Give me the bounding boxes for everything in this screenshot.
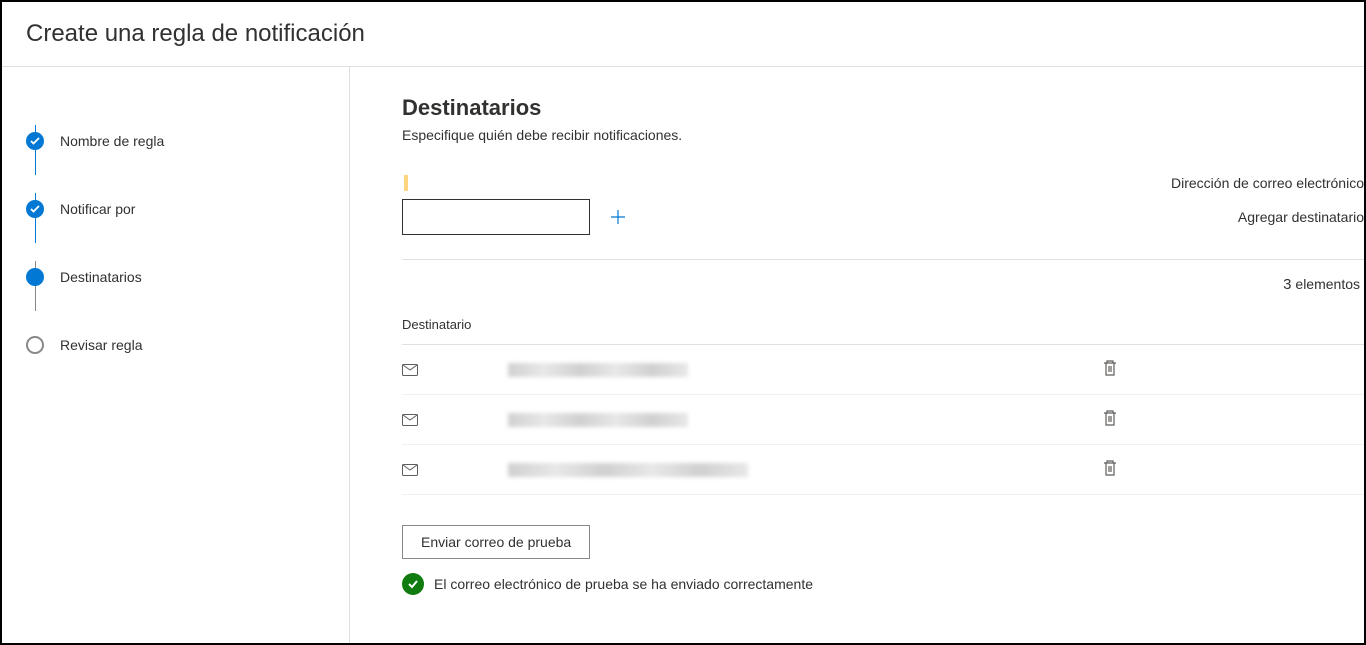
email-field-label: Dirección de correo electrónico [1171,175,1364,191]
table-header-recipient: Destinatario [402,317,1364,345]
section-heading: Destinatarios [402,95,1364,121]
recipient-email-redacted [508,363,1096,377]
recipient-row [402,445,1364,495]
trash-icon [1102,359,1118,377]
recipient-row [402,345,1364,395]
page-title: Create una regla de notificación [26,20,1340,48]
main-content: Destinatarios Especifique quién debe rec… [350,67,1364,643]
success-text: El correo electrónico de prueba se ha en… [434,576,813,592]
mail-icon [402,464,418,476]
step-revisar-regla[interactable]: Revisar regla [26,311,329,379]
success-message-row: El correo electrónico de prueba se ha en… [402,573,1364,595]
divider [402,259,1364,260]
item-count: 3 elementos [402,276,1364,293]
delete-recipient-button[interactable] [1096,403,1124,436]
step-label: Revisar regla [60,337,142,353]
add-recipient-button[interactable] [602,201,634,233]
count-number: 3 [1283,276,1291,293]
pending-step-icon [26,336,44,354]
wizard-sidebar: Nombre de regla Notificar por Destinatar… [2,67,350,643]
add-recipient-row: Agregar destinatario [402,199,1364,235]
active-step-icon [26,268,44,286]
mail-icon [402,414,418,426]
required-marker [404,175,408,191]
step-notificar-por[interactable]: Notificar por [26,175,329,243]
step-label: Destinatarios [60,269,142,285]
step-destinatarios[interactable]: Destinatarios [26,243,329,311]
success-check-icon [402,573,424,595]
mail-icon [402,364,418,376]
count-label: elementos [1295,276,1360,292]
page-header: Create una regla de notificación [2,2,1364,67]
step-nombre-regla[interactable]: Nombre de regla [26,107,329,175]
delete-recipient-button[interactable] [1096,353,1124,386]
check-icon [26,132,44,150]
input-group [402,199,634,235]
send-test-email-button[interactable]: Enviar correo de prueba [402,525,590,559]
recipient-email-redacted [508,463,1096,477]
plus-icon [610,209,626,225]
delete-recipient-button[interactable] [1096,453,1124,486]
layout-container: Nombre de regla Notificar por Destinatar… [2,67,1364,643]
recipient-row [402,395,1364,445]
check-icon [26,200,44,218]
add-recipient-label: Agregar destinatario [1238,209,1364,225]
trash-icon [1102,459,1118,477]
input-label-row: Dirección de correo electrónico [402,175,1364,191]
recipient-email-redacted [508,413,1096,427]
step-label: Notificar por [60,201,135,217]
step-label: Nombre de regla [60,133,164,149]
section-subtitle: Especifique quién debe recibir notificac… [402,127,1364,143]
email-input[interactable] [402,199,590,235]
trash-icon [1102,409,1118,427]
